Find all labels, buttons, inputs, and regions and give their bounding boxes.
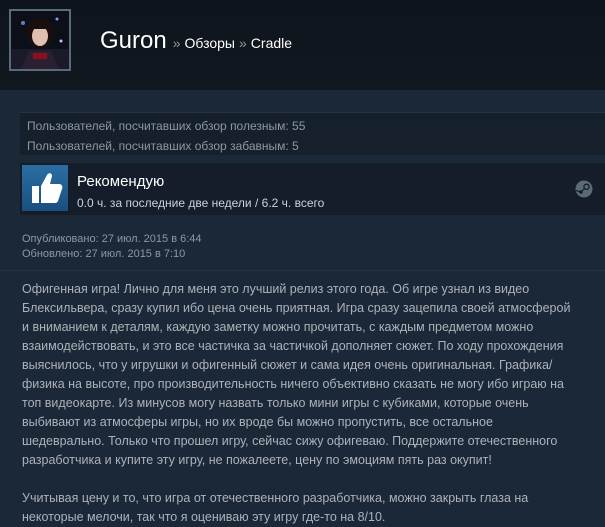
thumbs-up-icon [22,165,68,211]
helpful-votes-text: Пользователей, посчитавших обзор полезны… [27,119,306,133]
published-date: Опубликовано: 27 июл. 2015 в 6:44 [22,233,202,245]
review-line: разработчика и купите эту игру, не пожал… [22,453,492,467]
review-line: физика на высоте, про производительность… [22,377,564,391]
header-title: Guron » Обзоры » Cradle [100,27,292,55]
avatar[interactable] [9,9,71,71]
avatar-image [11,11,69,69]
review-line: шедеврально. Только что прошел игру, сей… [22,434,558,448]
review-dates: Опубликовано: 27 июл. 2015 в 6:44 Обновл… [22,232,202,262]
review-line: топ видеокарте. Из минусов могу назвать … [22,396,529,410]
updated-date: Обновлено: 27 июл. 2015 в 7:10 [22,248,186,260]
profile-header: Guron » Обзоры » Cradle [0,0,605,90]
review-body: Офигенная игра! Лично для меня это лучши… [22,280,600,527]
review-line: выяснилось, что у игрушки и офигенный сю… [22,358,553,372]
review-line: Учитывая цену и то, что игра от отечеств… [22,491,529,505]
breadcrumb-game-link[interactable]: Cradle [251,35,292,51]
review-line: взаимодействовать, и это все частичка за… [22,339,564,353]
review-line: Офигенная игра! Лично для меня это лучши… [22,282,530,296]
recommendation-title: Рекомендую [77,173,165,190]
user-name-link[interactable]: Guron [100,27,167,55]
recommendation-panel: Рекомендую 0.0 ч. за последние две недел… [20,163,605,215]
vote-summary: Пользователей, посчитавших обзор полезны… [20,112,605,155]
review-line: выбивают из атмосферы игры, но их вроде … [22,415,493,429]
breadcrumb-separator: » [172,35,181,51]
review-line: Блексильвера, сразу купил ибо цена очень… [22,301,571,315]
funny-votes-text: Пользователей, посчитавших обзор забавны… [27,139,299,153]
steam-icon [575,180,593,198]
review-line: и вниманием к деталям, каждую заметку мо… [22,320,534,334]
breadcrumb-separator: » [239,35,247,51]
divider [0,270,605,271]
playtime-hours: 0.0 ч. за последние две недели / 6.2 ч. … [77,196,325,210]
breadcrumb-reviews-link[interactable]: Обзоры [185,35,236,51]
